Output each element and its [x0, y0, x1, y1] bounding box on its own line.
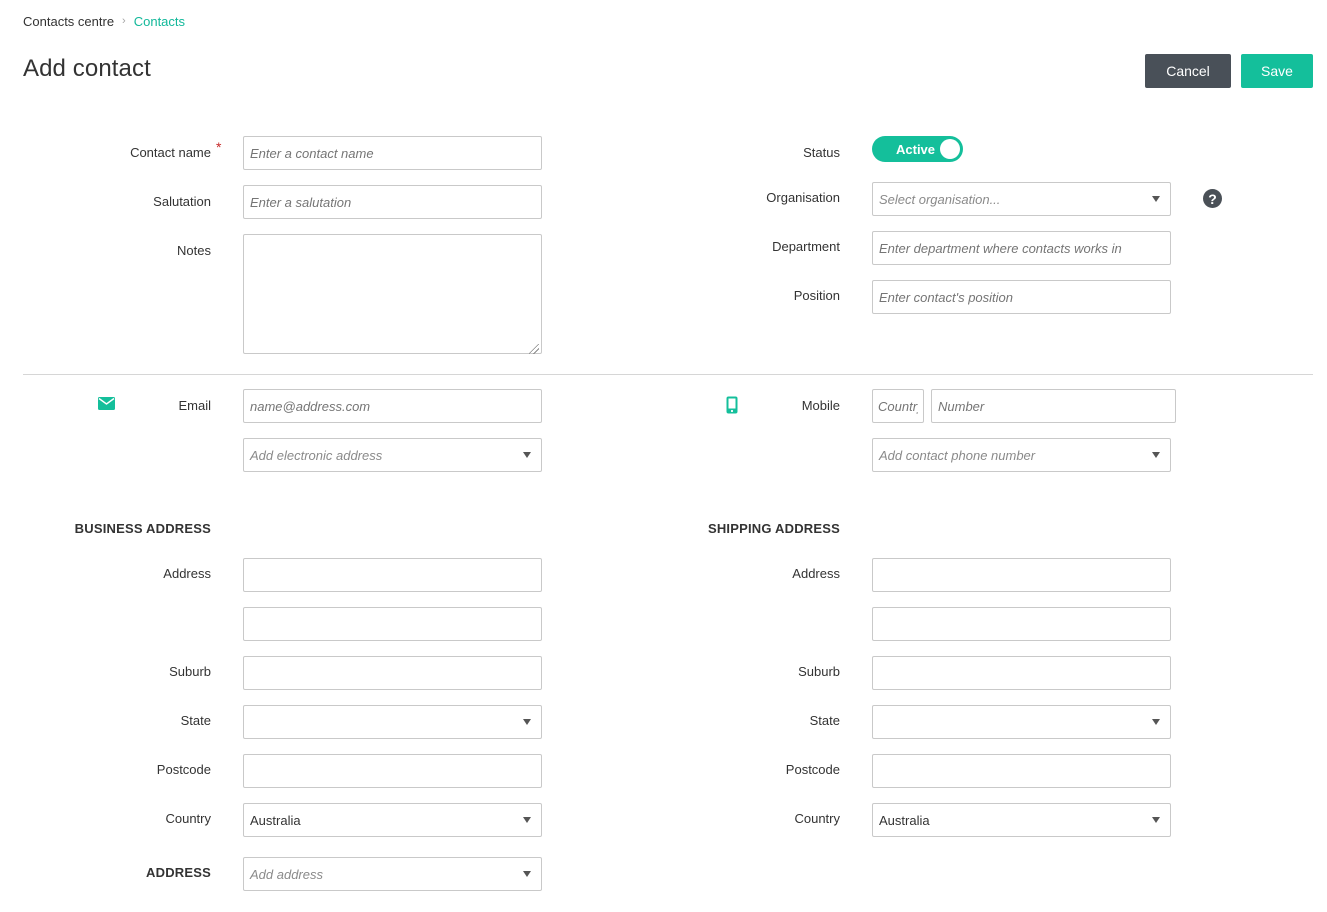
email-input[interactable] [243, 389, 542, 423]
business-postcode-label: Postcode [156, 762, 211, 777]
caret-down-icon [1152, 196, 1160, 202]
shipping-address-heading: SHIPPING ADDRESS [707, 521, 840, 536]
contact-name-input[interactable] [243, 136, 542, 170]
toggle-knob [940, 139, 960, 159]
envelope-icon [98, 397, 115, 410]
breadcrumb: Contacts centre › Contacts [23, 12, 185, 30]
shipping-country-select[interactable]: Australia [872, 803, 1171, 837]
add-electronic-address-placeholder: Add electronic address [250, 447, 383, 463]
add-phone-number-select[interactable]: Add contact phone number [872, 438, 1171, 472]
organisation-placeholder: Select organisation... [879, 191, 1001, 207]
shipping-address-line1-input[interactable] [872, 558, 1171, 592]
required-marker: * [216, 139, 222, 155]
notes-label: Notes [177, 243, 211, 258]
shipping-country-value: Australia [879, 812, 930, 828]
business-address-line2-input[interactable] [243, 607, 542, 641]
caret-down-icon [1152, 719, 1160, 725]
shipping-country-label: Country [794, 811, 840, 826]
mobile-phone-icon [726, 396, 738, 414]
email-label: Email [178, 398, 211, 413]
mobile-number-input[interactable] [931, 389, 1176, 423]
business-state-label: State [180, 713, 211, 728]
position-label: Position [793, 288, 840, 303]
salutation-input[interactable] [243, 185, 542, 219]
organisation-select[interactable]: Select organisation... [872, 182, 1171, 216]
status-toggle[interactable]: Active [872, 136, 963, 162]
position-input[interactable] [872, 280, 1171, 314]
business-suburb-label: Suburb [169, 664, 211, 679]
status-toggle-text: Active [896, 141, 936, 157]
shipping-address-line2-input[interactable] [872, 607, 1171, 641]
section-divider [23, 374, 1313, 375]
shipping-suburb-input[interactable] [872, 656, 1171, 690]
address-heading: ADDRESS [146, 865, 211, 880]
page-title: Add contact [23, 55, 151, 82]
mobile-label: Mobile [801, 398, 840, 413]
business-country-select[interactable]: Australia [243, 803, 542, 837]
notes-wrapper [243, 234, 542, 357]
department-input[interactable] [872, 231, 1171, 265]
breadcrumb-chevron-icon: › [122, 15, 126, 27]
caret-down-icon [1152, 817, 1160, 823]
organisation-label: Organisation [766, 190, 840, 205]
business-address-label: Address [163, 566, 211, 581]
question-circle-icon[interactable]: ? [1203, 189, 1222, 208]
business-country-label: Country [165, 811, 211, 826]
caret-down-icon [523, 719, 531, 725]
add-address-select[interactable]: Add address [243, 857, 542, 891]
shipping-address-label: Address [792, 566, 840, 581]
notes-textarea[interactable] [243, 234, 542, 354]
caret-down-icon [1152, 452, 1160, 458]
save-button[interactable]: Save [1241, 54, 1313, 88]
caret-down-icon [523, 452, 531, 458]
contact-name-label: Contact name [130, 145, 211, 160]
mobile-country-input[interactable] [872, 389, 924, 423]
salutation-label: Salutation [153, 194, 211, 209]
resize-grip-icon[interactable] [529, 344, 539, 354]
shipping-state-label: State [809, 713, 840, 728]
business-suburb-input[interactable] [243, 656, 542, 690]
shipping-suburb-label: Suburb [798, 664, 840, 679]
caret-down-icon [523, 871, 531, 877]
breadcrumb-current[interactable]: Contacts [134, 14, 185, 29]
shipping-postcode-input[interactable] [872, 754, 1171, 788]
business-state-select[interactable] [243, 705, 542, 739]
shipping-postcode-label: Postcode [785, 762, 840, 777]
business-address-heading: BUSINESS ADDRESS [74, 521, 211, 536]
business-country-value: Australia [250, 812, 301, 828]
add-phone-number-placeholder: Add contact phone number [879, 447, 1036, 463]
department-label: Department [772, 239, 840, 254]
caret-down-icon [523, 817, 531, 823]
business-postcode-input[interactable] [243, 754, 542, 788]
status-label: Status [803, 145, 840, 160]
shipping-state-select[interactable] [872, 705, 1171, 739]
cancel-button[interactable]: Cancel [1145, 54, 1231, 88]
add-address-placeholder: Add address [250, 866, 323, 882]
business-address-line1-input[interactable] [243, 558, 542, 592]
breadcrumb-root[interactable]: Contacts centre [23, 14, 114, 29]
add-electronic-address-select[interactable]: Add electronic address [243, 438, 542, 472]
